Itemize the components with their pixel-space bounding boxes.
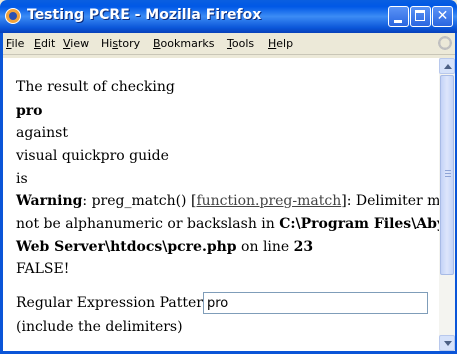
minimize-icon — [394, 20, 402, 23]
warning-detail: not be alphanumeric or backslash in — [16, 216, 280, 232]
pattern-echo: pro — [16, 103, 43, 119]
scroll-down-button[interactable] — [439, 335, 455, 351]
menu-history[interactable]: History — [101, 37, 140, 50]
menu-tools[interactable]: Tools — [227, 37, 254, 50]
throbber-icon — [437, 35, 453, 51]
is-text: is — [16, 171, 28, 187]
vertical-scrollbar[interactable] — [439, 58, 455, 351]
arrow-down-icon — [444, 341, 452, 346]
warning-text: : preg_match() [ — [82, 193, 197, 209]
warning-text-end: ]: Delimiter must — [341, 193, 439, 209]
pattern-input[interactable] — [203, 292, 428, 314]
grip-line — [445, 173, 451, 174]
window-title: Testing PCRE - Mozilla Firefox — [27, 7, 262, 23]
result-intro: The result of checking — [16, 79, 175, 95]
window-frame-left — [0, 33, 3, 354]
subject-text: visual quickpro guide — [16, 148, 169, 164]
close-button[interactable]: ✕ — [432, 6, 453, 27]
maximize-icon — [415, 10, 425, 21]
menu-edit[interactable]: Edit — [34, 37, 55, 50]
warning-line-1: Warning: preg_match() [function.preg-mat… — [16, 193, 439, 209]
browser-window: Testing PCRE - Mozilla Firefox ✕ File Ed… — [0, 0, 457, 354]
function-link[interactable]: function.preg-match — [196, 193, 341, 209]
pattern-label: Regular Expression Pattern: — [16, 295, 217, 311]
warning-line-3: Web Server\htdocs\pcre.php on line 23 — [16, 239, 313, 255]
scroll-thumb[interactable] — [440, 75, 454, 275]
result-text: FALSE! — [16, 261, 70, 277]
pattern-hint: (include the delimiters) — [16, 319, 183, 335]
warning-online: on line — [236, 239, 294, 255]
menu-edit-accel: E — [34, 37, 41, 50]
menu-history-label: tory — [118, 37, 141, 50]
menu-bookmarks-label: ookmarks — [160, 37, 215, 50]
menu-bookmarks-accel: B — [153, 37, 161, 50]
menu-view-label: iew — [70, 37, 90, 50]
maximize-button[interactable] — [410, 6, 431, 27]
grip-line — [445, 170, 451, 171]
menu-bookmarks[interactable]: Bookmarks — [153, 37, 214, 50]
menu-help[interactable]: Help — [268, 37, 293, 50]
title-bar: Testing PCRE - Mozilla Firefox ✕ — [0, 0, 457, 33]
menu-view[interactable]: View — [63, 37, 89, 50]
menu-edit-label: dit — [40, 37, 56, 50]
warning-path-1: C:\Program Files\Abyss — [279, 216, 439, 232]
menu-help-label: elp — [276, 37, 294, 50]
minimize-button[interactable] — [388, 6, 409, 27]
scroll-up-button[interactable] — [439, 58, 455, 74]
against-text: against — [16, 125, 68, 141]
menu-file[interactable]: File — [6, 37, 24, 50]
warning-line-number: 23 — [293, 239, 314, 255]
arrow-up-icon — [444, 64, 452, 69]
menu-history-pre: Hi — [101, 37, 113, 50]
menu-file-label: ile — [11, 37, 25, 50]
warning-path-2: Web Server\htdocs\pcre.php — [16, 239, 237, 255]
menu-bar: File Edit View History Bookmarks Tools H… — [0, 33, 457, 55]
warning-line-2: not be alphanumeric or backslash in C:\P… — [16, 216, 439, 232]
warning-label: Warning — [16, 193, 83, 209]
close-icon: ✕ — [436, 8, 449, 24]
firefox-icon — [5, 8, 21, 24]
menu-tools-label: ools — [231, 37, 255, 50]
grip-line — [445, 176, 451, 177]
page-content: The result of checking pro against visua… — [3, 58, 439, 351]
